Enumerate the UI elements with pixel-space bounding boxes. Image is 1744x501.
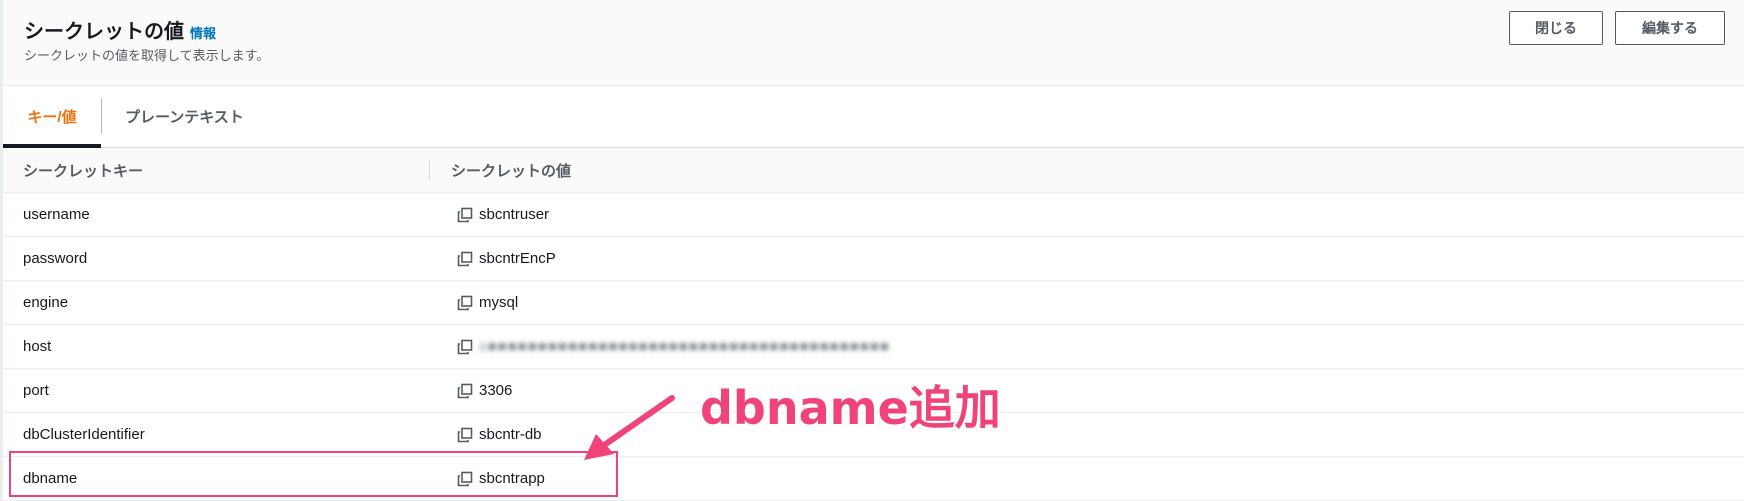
tab-bar: キー/値 プレーンテキスト — [3, 86, 1744, 148]
secret-value-cell: mysql — [457, 281, 518, 324]
tab-plaintext[interactable]: プレーンテキスト — [125, 86, 244, 147]
edit-button[interactable]: 編集する — [1615, 11, 1725, 45]
close-button[interactable]: 閉じる — [1509, 11, 1603, 45]
table-header: シークレットキー シークレットの値 — [3, 148, 1744, 193]
secret-value-cell: sbcntrEncP — [457, 237, 556, 280]
info-link[interactable]: 情報 — [190, 23, 216, 42]
secret-value: mysql — [479, 294, 519, 311]
panel-header: シークレットの値 情報 シークレットの値を取得して表示します。 閉じる 編集する — [3, 0, 1744, 86]
secret-key: port — [23, 382, 49, 399]
title-wrap: シークレットの値 情報 — [24, 15, 216, 44]
tab-plaintext-label: プレーンテキスト — [125, 109, 244, 126]
secret-value-cell: 3306 — [457, 369, 512, 412]
secret-key: password — [23, 250, 88, 267]
copy-icon[interactable] — [457, 427, 473, 443]
tab-key-value-label: キー/値 — [27, 109, 77, 126]
secret-value-cell: sbcntr-db — [457, 413, 542, 456]
tab-divider — [101, 99, 102, 133]
copy-icon[interactable] — [457, 339, 473, 355]
page-subtitle: シークレットの値を取得して表示します。 — [24, 48, 270, 63]
secret-key: dbClusterIdentifier — [23, 426, 145, 443]
table-row: engine mysql — [3, 281, 1744, 325]
copy-icon[interactable] — [457, 295, 473, 311]
copy-icon[interactable] — [457, 207, 473, 223]
tab-key-value[interactable]: キー/値 — [3, 86, 101, 148]
secret-value-redacted: s■■■■■■■■■■■■■■■■■■■■■■■■■■■■■■■■■■■■■■■… — [479, 338, 890, 355]
column-header-key: シークレットキー — [23, 162, 144, 180]
table-row: password sbcntrEncP — [3, 237, 1744, 281]
secret-key: engine — [23, 294, 69, 311]
table-row: host s■■■■■■■■■■■■■■■■■■■■■■■■■■■■■■■■■■■… — [3, 325, 1744, 369]
secret-value: sbcntruser — [479, 206, 550, 223]
copy-icon[interactable] — [457, 251, 473, 267]
secret-value-cell: sbcntruser — [457, 193, 549, 236]
secret-key: username — [23, 206, 90, 223]
column-header-value: シークレットの値 — [451, 162, 572, 180]
secret-value: sbcntrEncP — [479, 250, 556, 267]
annotation-arrow — [584, 395, 675, 460]
secret-value: sbcntr-db — [479, 426, 542, 443]
column-separator — [429, 160, 430, 180]
copy-icon[interactable] — [457, 383, 473, 399]
table-row: username sbcntruser — [3, 193, 1744, 237]
secret-value: 3306 — [479, 382, 513, 399]
annotation-label: dbname追加 — [700, 381, 1001, 435]
secret-key: host — [23, 338, 52, 355]
secret-table: シークレットキー シークレットの値 username sbcntruser pass… — [3, 148, 1744, 501]
page-title: シークレットの値 — [24, 21, 184, 43]
secret-value-cell: s■■■■■■■■■■■■■■■■■■■■■■■■■■■■■■■■■■■■■■■… — [457, 325, 890, 368]
annotation-highlight-box — [9, 451, 618, 497]
